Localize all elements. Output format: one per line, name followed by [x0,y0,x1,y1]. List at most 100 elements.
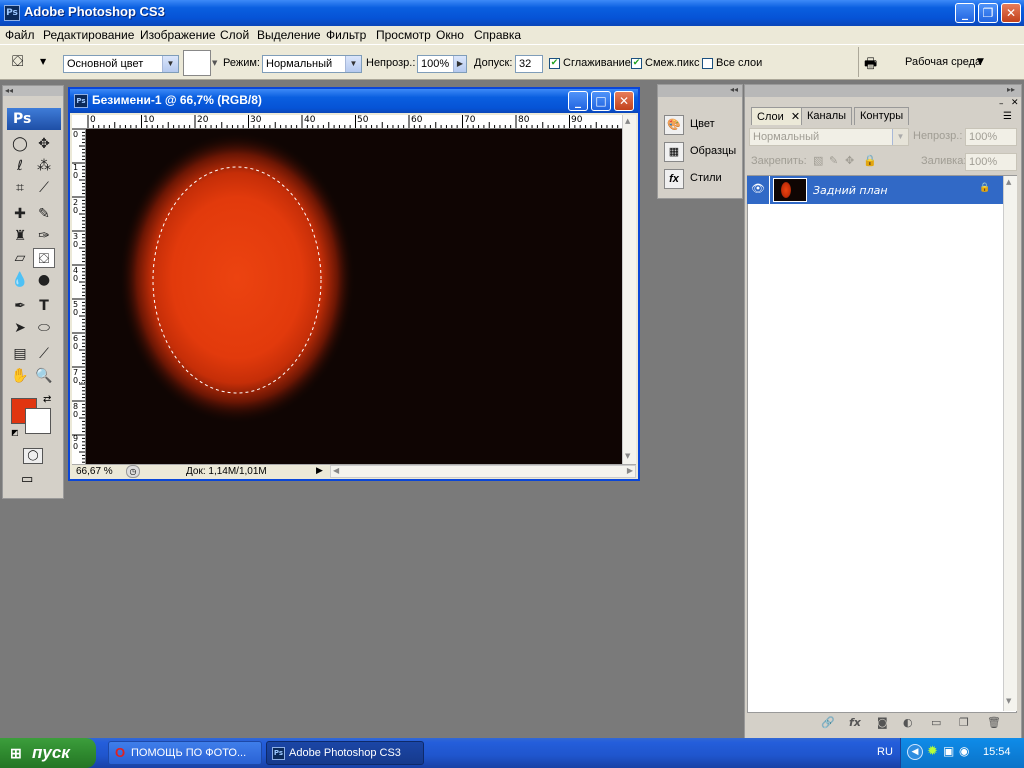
layer-name[interactable]: Задний план [813,184,888,197]
eyedropper-tool-icon[interactable]: ⟋ [33,344,55,364]
status-menu-arrow-icon[interactable]: ▶ [316,465,323,476]
menu-select[interactable]: Выделение [257,28,321,42]
default-colors-icon[interactable]: ◩ [11,428,19,437]
collapse-icon[interactable]: ◂◂ [5,86,13,95]
panel-minimize-icon[interactable]: – [999,99,1004,109]
slice-tool-icon[interactable]: ⟋ [33,178,55,198]
collapse-icon[interactable]: ◂◂ [730,85,738,94]
show-hidden-icons-button[interactable]: ◀ [907,744,923,760]
document-vertical-scrollbar[interactable]: ▲ ▼ [622,115,636,464]
type-tool-icon[interactable]: T [33,296,55,316]
doc-minimize-button[interactable]: _ [568,91,588,111]
pattern-dropdown-icon[interactable]: ▼ [212,59,217,67]
dodge-tool-icon[interactable]: ● [33,270,55,290]
paint-bucket-tool-icon[interactable]: ⛋ [33,248,55,268]
adjustment-layer-icon[interactable]: ◐ [903,716,913,729]
magic-wand-tool-icon[interactable]: ⁂ [33,156,55,176]
language-indicator[interactable]: RU [877,746,893,758]
bridge-icon[interactable]: 🖶 [864,53,888,73]
dock-item-swatches[interactable]: ▦ Образцы [662,140,740,164]
screen-mode-icon[interactable]: ▭ [21,472,47,490]
path-selection-tool-icon[interactable]: ➤ [9,318,31,338]
workspace-dropdown-icon[interactable]: ▼ [977,57,984,67]
new-layer-icon[interactable]: ❐ [959,716,969,729]
crop-tool-icon[interactable]: ⌗ [9,178,31,198]
tab-close-icon[interactable]: ✕ [791,111,800,123]
taskbar-item-opera[interactable]: O ПОМОЩЬ ПО ФОТО... [108,741,262,765]
new-group-icon[interactable]: ▭ [931,716,941,729]
tray-sun-icon[interactable]: ✹ [927,744,938,759]
link-layers-icon[interactable]: 🔗 [821,716,835,729]
lock-pixels-icon[interactable]: ✎ [829,154,838,167]
panel-close-icon[interactable]: ✕ [1011,98,1019,108]
menu-help[interactable]: Справка [474,28,521,42]
eraser-tool-icon[interactable]: ▱ [9,248,31,268]
delete-layer-icon[interactable]: 🗑 [987,716,1001,729]
close-button[interactable]: ✕ [1001,3,1021,23]
dock-item-color[interactable]: 🎨 Цвет [662,113,740,137]
scroll-right-icon[interactable]: ▶ [627,466,633,475]
doc-maximize-button[interactable]: □ [591,91,611,111]
eye-icon[interactable]: 👁 [751,182,765,195]
minimize-button[interactable]: _ [955,3,975,23]
menu-view[interactable]: Просмотр [376,28,431,42]
layers-scrollbar[interactable]: ▲ ▼ [1003,176,1017,711]
layer-opacity-field[interactable]: 100% [965,128,1017,146]
panel-menu-icon[interactable]: ☰ [1003,111,1012,122]
maximize-button[interactable]: ❐ [978,3,998,23]
layer-style-icon[interactable]: fx [849,716,861,729]
scroll-up-icon[interactable]: ▲ [625,117,630,125]
clone-stamp-tool-icon[interactable]: ♜ [9,226,31,246]
doc-close-button[interactable]: ✕ [614,91,634,111]
app-title-bar[interactable]: Ps Adobe Photoshop CS3 _ ❐ ✕ [0,0,1024,26]
start-button[interactable]: ⊞ пуск [0,738,96,768]
expand-icon[interactable]: ▸▸ [1007,85,1015,94]
chevron-right-icon[interactable]: ▶ [453,56,466,72]
preset-dropdown-arrow-icon[interactable]: ▼ [40,57,46,66]
layer-thumbnail[interactable] [773,178,807,202]
quick-mask-icon[interactable]: ◯ [23,448,43,464]
document-horizontal-scrollbar[interactable]: ◀ ▶ [330,465,636,478]
tab-paths[interactable]: Контуры [854,107,910,125]
brush-tool-icon[interactable]: ✎ [33,204,55,224]
healing-brush-tool-icon[interactable]: ✚ [9,204,31,224]
move-tool-icon[interactable]: ✥ [33,134,55,154]
document-canvas[interactable] [86,129,622,464]
hand-tool-icon[interactable]: ✋ [9,366,31,386]
mode-select[interactable]: Нормальный ▼ [262,55,362,73]
notes-tool-icon[interactable]: ▤ [9,344,31,364]
scroll-down-icon[interactable]: ▼ [625,452,630,460]
lock-all-icon[interactable]: 🔒 [863,154,877,167]
contiguous-checkbox[interactable]: ✔ [631,58,642,69]
menu-edit[interactable]: Редактирование [43,28,134,42]
menu-filter[interactable]: Фильтр [326,28,366,42]
lasso-tool-icon[interactable]: ℓ [9,156,31,176]
scroll-left-icon[interactable]: ◀ [333,466,339,475]
marquee-tool-icon[interactable]: ◯ [9,134,31,154]
all-layers-checkbox[interactable] [702,58,713,69]
layer-row[interactable]: 👁 Задний план 🔒 [747,176,1003,204]
background-color-swatch[interactable] [25,408,51,434]
paint-bucket-tool-preset-icon[interactable]: ⛋ [12,52,34,72]
opacity-field[interactable]: 100% ▶ [417,55,467,73]
tab-channels[interactable]: Каналы [801,107,853,125]
antialias-checkbox[interactable]: ✔ [549,58,560,69]
document-title-bar[interactable]: Ps Безимени-1 @ 66,7% (RGB/8) _ □ ✕ [70,89,638,113]
scroll-up-icon[interactable]: ▲ [1006,178,1011,186]
tray-network-icon[interactable]: ▣ [943,744,954,758]
dock-item-styles[interactable]: fx Стили [662,167,740,191]
vertical-ruler[interactable]: 0 1 0 2 0 3 0 4 0 5 0 6 0 7 0... 8 0 9 0 [72,129,86,464]
layers-grip[interactable] [745,85,1021,97]
blend-mode-select[interactable]: Нормальный ▼ [749,128,909,146]
scroll-down-icon[interactable]: ▼ [1006,697,1011,705]
lock-transparent-icon[interactable]: ▧ [813,154,823,167]
swap-colors-icon[interactable]: ⇄ [43,394,51,405]
fill-source-select[interactable]: Основной цвет ▼ [63,55,179,73]
pen-tool-icon[interactable]: ✒ [9,296,31,316]
tab-layers[interactable]: Слои ✕ [751,107,807,125]
zoom-tool-icon[interactable]: 🔍 [33,366,55,386]
workspace-label[interactable]: Рабочая среда [905,56,981,68]
menu-layer[interactable]: Слой [220,28,249,42]
zoom-level[interactable]: 66,67 % [76,466,113,477]
pattern-picker[interactable] [183,50,211,76]
